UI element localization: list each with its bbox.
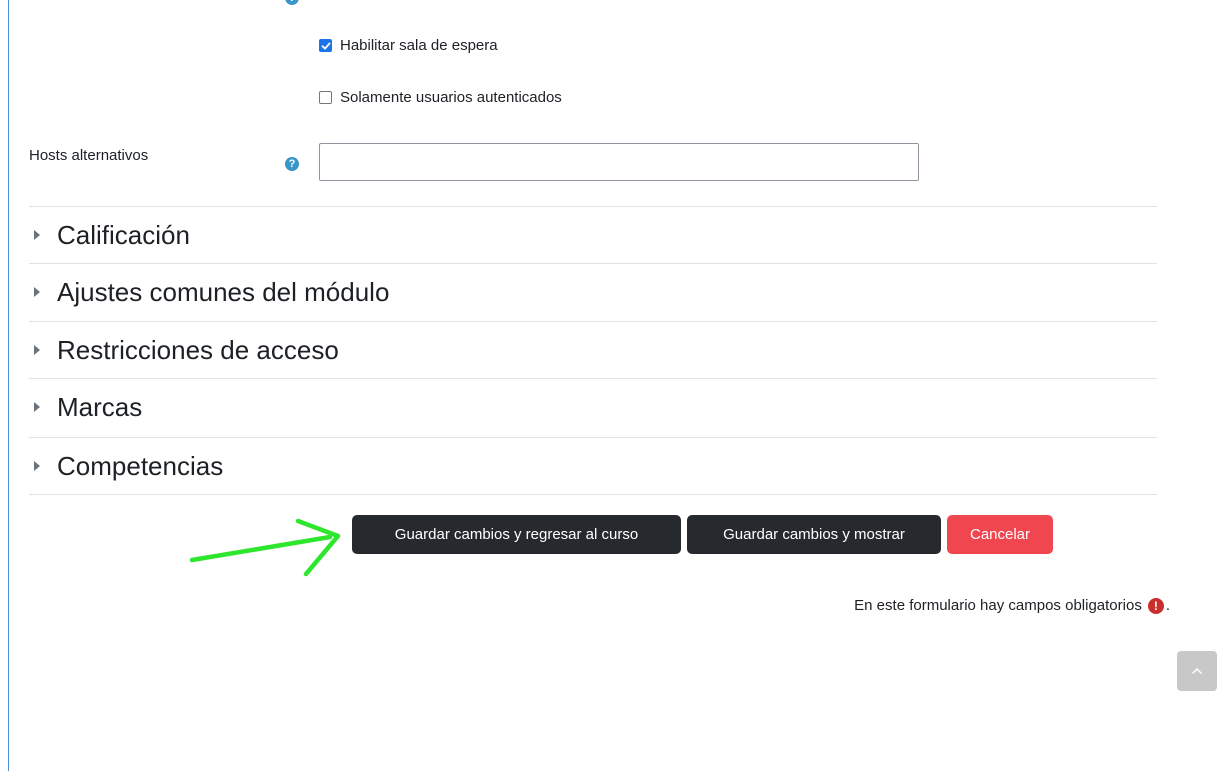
section-competencias[interactable]: Competencias [29,437,1157,494]
section-title: Restricciones de acceso [57,334,339,365]
save-and-return-button[interactable]: Guardar cambios y regresar al curso [352,515,681,554]
section-ajustes-comunes[interactable]: Ajustes comunes del módulo [29,263,1157,320]
section-title: Calificación [57,219,190,250]
chevron-up-icon [1192,668,1202,674]
green-arrow-annotation [190,518,341,577]
section-title: Ajustes comunes del módulo [57,276,390,307]
authenticated-only-checkbox[interactable] [319,91,332,104]
caret-right-icon [34,230,40,240]
section-title: Marcas [57,391,143,422]
enable-waiting-room-label: Habilitar sala de espera [340,37,498,54]
caret-right-icon [34,287,40,297]
caret-right-icon [34,461,40,471]
authenticated-only-label: Solamente usuarios autenticados [340,89,562,106]
exclamation-icon: ! [1147,597,1164,614]
enable-waiting-room-checkbox[interactable] [319,39,332,52]
back-to-top-button[interactable] [1177,651,1217,691]
save-and-display-button[interactable]: Guardar cambios y mostrar [687,515,941,554]
section-marcas[interactable]: Marcas [29,378,1157,435]
enable-waiting-room-row[interactable]: Habilitar sala de espera [319,37,498,54]
cancel-button[interactable]: Cancelar [947,515,1053,554]
section-title: Competencias [57,450,224,481]
alt-hosts-input[interactable] [319,143,919,181]
required-fields-note: En este formulario hay campos obligatori… [854,597,1170,614]
required-note-suffix: . [1165,597,1170,614]
check-icon [321,42,330,49]
section-divider [29,494,1157,495]
alt-hosts-help-icon[interactable]: ? [285,157,299,171]
section-restricciones[interactable]: Restricciones de acceso [29,321,1157,378]
authenticated-only-row[interactable]: Solamente usuarios autenticados [319,89,562,106]
section-calificacion[interactable]: Calificación [29,206,1157,263]
caret-right-icon [34,402,40,412]
caret-right-icon [34,345,40,355]
required-note-text: En este formulario hay campos obligatori… [854,597,1142,614]
alt-hosts-label: Hosts alternativos [29,147,149,164]
